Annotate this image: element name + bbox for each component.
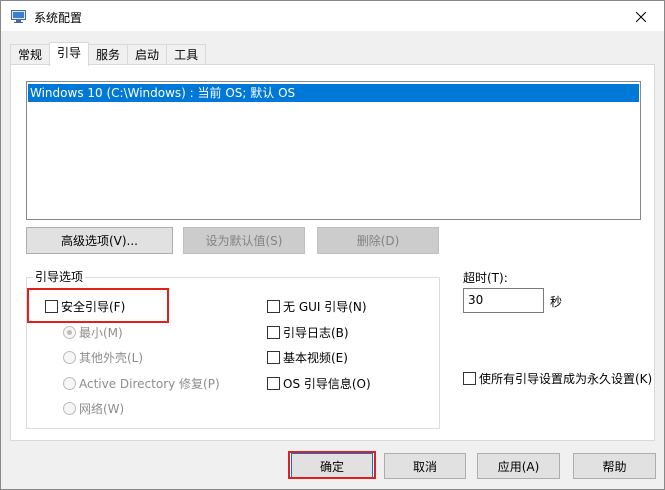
minimal-radio[interactable]: 最小(M) (63, 324, 123, 341)
os-boot-info-checkbox[interactable]: OS 引导信息(O) (267, 375, 371, 392)
delete-button[interactable]: 删除(D) (317, 227, 439, 254)
set-default-button[interactable]: 设为默认值(S) (183, 227, 305, 254)
tab-tools[interactable]: 工具 (166, 44, 207, 65)
radio-dot (63, 326, 76, 339)
os-list[interactable]: Windows 10 (C:\Windows) : 当前 OS; 默认 OS (26, 81, 641, 220)
advanced-options-button[interactable]: 高级选项(V)... (26, 227, 173, 254)
radio-dot (63, 377, 76, 390)
radio-dot (63, 402, 76, 415)
radio-dot (63, 351, 76, 364)
alternate-shell-label: 其他外壳(L) (79, 351, 144, 365)
permanent-settings-label: 使所有引导设置成为永久设置(K) (479, 372, 653, 386)
cancel-button[interactable]: 取消 (384, 453, 466, 479)
timeout-input[interactable]: 30 (463, 288, 544, 313)
close-button[interactable] (618, 1, 664, 32)
apply-button[interactable]: 应用(A) (477, 453, 560, 479)
tab-startup[interactable]: 启动 (127, 44, 168, 65)
window-title: 系统配置 (34, 11, 83, 25)
tab-strip: 常规 引导 服务 启动 工具 (10, 42, 207, 66)
active-directory-label: Active Directory 修复(P) (79, 377, 220, 391)
boot-options-label: 引导选项 (33, 268, 86, 285)
checkbox-box (45, 300, 58, 313)
tab-general[interactable]: 常规 (10, 44, 51, 65)
tab-services[interactable]: 服务 (88, 44, 129, 65)
permanent-settings-checkbox[interactable]: 使所有引导设置成为永久设置(K) (463, 371, 653, 387)
checkbox-box (267, 377, 280, 390)
checkbox-box (463, 372, 476, 385)
system-config-window: 系统配置 常规 引导 服务 启动 工具 Windows 10 (C:\Windo… (0, 0, 665, 490)
tab-boot[interactable]: 引导 (49, 42, 90, 66)
base-video-checkbox[interactable]: 基本视频(E) (267, 349, 348, 366)
timeout-unit: 秒 (550, 295, 563, 309)
network-radio[interactable]: 网络(W) (63, 400, 124, 417)
base-video-label: 基本视频(E) (283, 351, 348, 365)
ok-button[interactable]: 确定 (291, 453, 373, 479)
os-list-item[interactable]: Windows 10 (C:\Windows) : 当前 OS; 默认 OS (28, 84, 639, 102)
checkbox-box (267, 300, 280, 313)
minimal-label: 最小(M) (79, 326, 123, 340)
help-button[interactable]: 帮助 (573, 453, 656, 479)
close-icon (636, 11, 646, 22)
boot-log-checkbox[interactable]: 引导日志(B) (267, 324, 349, 341)
no-gui-boot-label: 无 GUI 引导(N) (283, 300, 367, 314)
alternate-shell-radio[interactable]: 其他外壳(L) (63, 349, 143, 366)
timeout-label: 超时(T): (463, 271, 508, 285)
network-label: 网络(W) (79, 402, 125, 416)
boot-log-label: 引导日志(B) (283, 326, 349, 340)
title-bar: 系统配置 (1, 1, 664, 32)
safe-boot-label: 安全引导(F) (61, 300, 126, 314)
system-config-icon (11, 10, 26, 23)
active-directory-radio[interactable]: Active Directory 修复(P) (63, 375, 220, 392)
checkbox-box (267, 326, 280, 339)
safe-boot-checkbox[interactable]: 安全引导(F) (45, 298, 125, 315)
os-boot-info-label: OS 引导信息(O) (283, 377, 371, 391)
checkbox-box (267, 351, 280, 364)
no-gui-boot-checkbox[interactable]: 无 GUI 引导(N) (267, 298, 367, 315)
